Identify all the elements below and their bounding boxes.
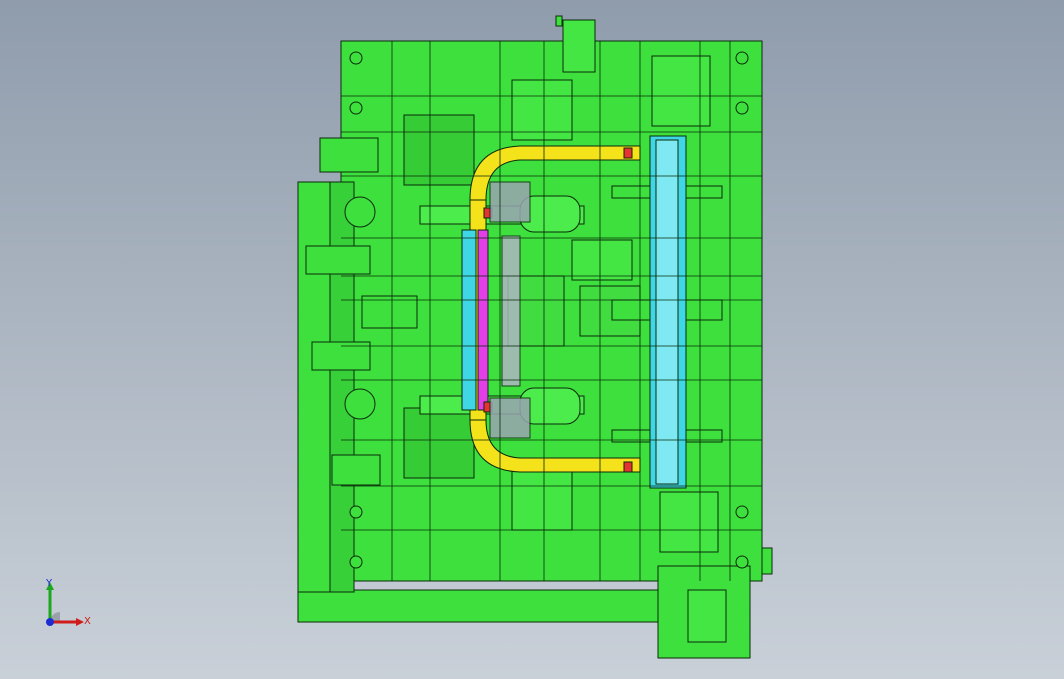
triad-graphic xyxy=(46,582,84,626)
bottom-rail xyxy=(297,589,659,623)
cyan-insert-left xyxy=(461,229,477,411)
grey-cavity-upper xyxy=(489,181,531,223)
right-edge-tab xyxy=(761,547,773,575)
bolt-hole xyxy=(735,51,749,65)
left-inner-plate xyxy=(329,181,355,593)
right-bottom-block xyxy=(659,491,719,553)
cad-fixture-assembly[interactable] xyxy=(0,0,1064,679)
upper-right-block xyxy=(511,79,573,141)
x-axis-label: X xyxy=(84,616,91,627)
cylinder-center-left xyxy=(361,295,418,329)
bolt-hole xyxy=(735,101,749,115)
clamp-round-lower xyxy=(344,388,376,420)
red-locator-bottom-right xyxy=(623,461,633,473)
grey-cavity-lower xyxy=(489,397,531,439)
grey-cavity-middle xyxy=(501,235,521,387)
clamp-round-upper xyxy=(344,196,376,228)
bolt-hole xyxy=(735,555,749,569)
middle-right-block xyxy=(571,239,633,281)
cylinder-bottom-left xyxy=(331,454,381,486)
bolt-hole xyxy=(349,101,363,115)
bolt-hole xyxy=(735,505,749,519)
cylinder-upper-left xyxy=(319,137,379,173)
red-locator-top-right xyxy=(623,147,633,159)
bolt-hole xyxy=(349,505,363,519)
bolt-hole xyxy=(349,555,363,569)
bolt-hole xyxy=(349,51,363,65)
cyan-linear-guide-inner xyxy=(655,139,679,485)
top-cylinder xyxy=(562,19,596,73)
cylinder-mid-left xyxy=(305,245,371,275)
y-axis-label: Y xyxy=(46,578,53,589)
magenta-insert xyxy=(477,229,489,411)
top-cylinder-cap xyxy=(555,15,563,27)
lower-center-block xyxy=(403,407,475,479)
z-axis-dot xyxy=(46,618,54,626)
lower-right-block xyxy=(511,469,573,531)
upper-center-block xyxy=(403,114,475,186)
3d-model-viewport[interactable]: Y X xyxy=(0,0,1064,679)
right-top-block xyxy=(651,55,711,127)
coordinate-triad[interactable] xyxy=(36,578,96,638)
bottom-right-inner xyxy=(687,589,727,643)
